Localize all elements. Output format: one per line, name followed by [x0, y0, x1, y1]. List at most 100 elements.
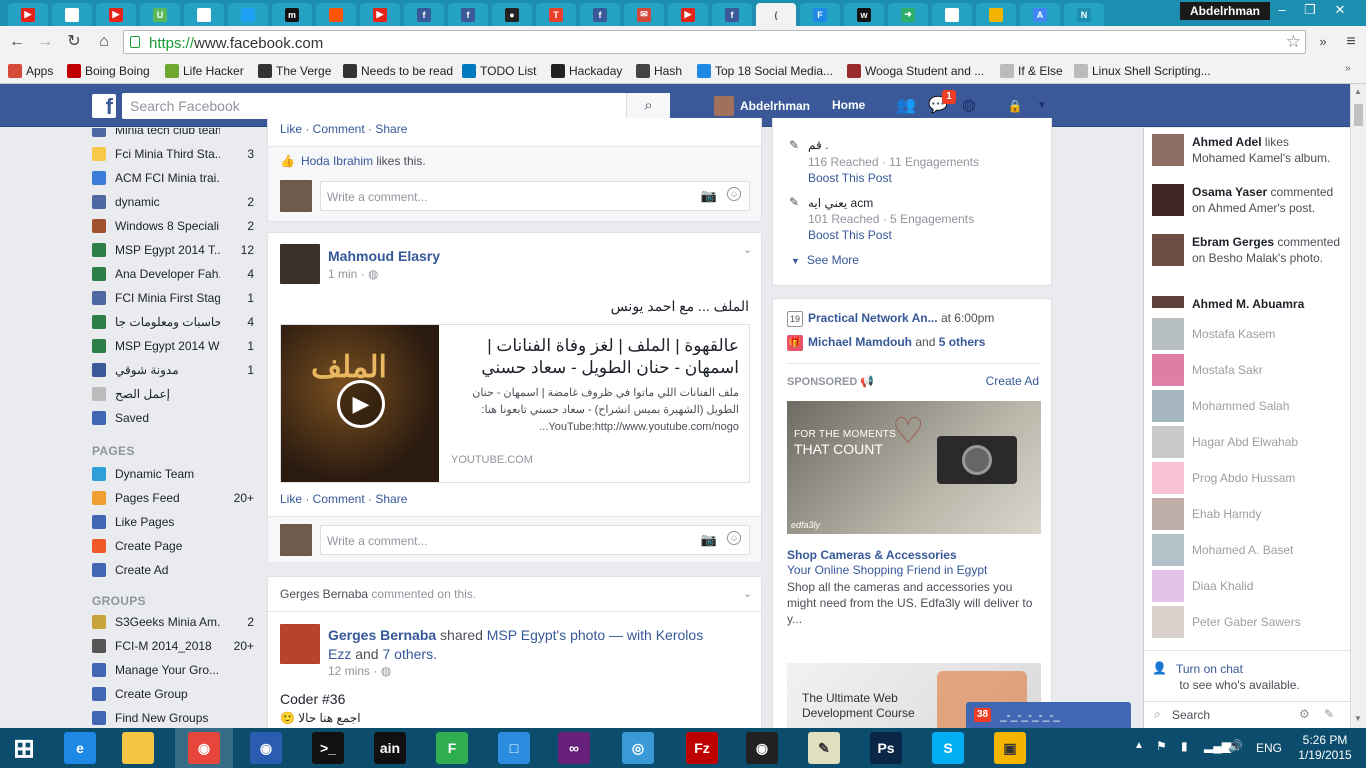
browser-tab[interactable]: f	[580, 3, 620, 26]
bookmark-item[interactable]: Boing Boing	[67, 63, 150, 79]
browser-tab[interactable]: N	[1064, 3, 1104, 26]
facebook-logo-icon[interactable]: f	[92, 94, 116, 119]
bookmark-item[interactable]: The Verge	[258, 63, 331, 79]
battery-icon[interactable]: ▮	[1181, 739, 1188, 753]
reload-icon[interactable]: ↻	[63, 31, 85, 53]
ad-title[interactable]: Shop Cameras & Accessories	[787, 548, 957, 562]
facebook-search-input[interactable]: Search Facebook ⌕	[122, 93, 670, 119]
browser-tab[interactable]: f	[448, 3, 488, 26]
birthday-link[interactable]: Michael Mamdouh	[808, 335, 912, 349]
left-nav-item[interactable]: Fci Minia Third Sta... 3	[92, 144, 254, 164]
scroll-up-icon[interactable]: ▲	[1354, 87, 1362, 96]
firefox-icon[interactable]: ◉	[250, 732, 282, 764]
chat-contact[interactable]: Mohammed Salah	[1152, 390, 1344, 422]
friend-requests-icon[interactable]: 👥	[896, 97, 916, 115]
shared-page-link[interactable]: MSP Egypt	[487, 627, 557, 643]
internet-explorer-icon[interactable]: e	[64, 732, 96, 764]
post-time[interactable]: 1 min · ◍	[328, 267, 379, 281]
left-nav-item[interactable]: Saved	[92, 408, 254, 428]
left-nav-item[interactable]: MSP Egypt 2014 T... 12	[92, 240, 254, 260]
browser-tab[interactable]	[932, 3, 972, 26]
new-message-icon[interactable]: ✎	[1324, 707, 1334, 721]
ad-image[interactable]: FOR THE MOMENTS THAT COUNT ♡ edfa3ly	[787, 401, 1041, 534]
browser-tab[interactable]: ▶	[96, 3, 136, 26]
close-window-icon[interactable]: ✕	[1326, 0, 1354, 20]
bookmark-item[interactable]: Top 18 Social Media...	[697, 63, 833, 79]
left-nav-item[interactable]: Manage Your Gro...	[92, 660, 254, 680]
browser-tab[interactable]: F	[800, 3, 840, 26]
filezilla-icon[interactable]: Fz	[686, 732, 718, 764]
browser-tab[interactable]: ●	[492, 3, 532, 26]
terminal-icon[interactable]: >_	[312, 732, 344, 764]
chat-contact[interactable]: Ehab Hamdy	[1152, 498, 1344, 530]
search-icon[interactable]: ⌕	[626, 93, 670, 119]
chat-contact[interactable]: Hagar Abd Elwahab	[1152, 426, 1344, 458]
browser-tab[interactable]: ➜	[888, 3, 928, 26]
network-globe-icon[interactable]: ◎	[622, 732, 654, 764]
bookmark-item[interactable]: If & Else	[1000, 63, 1063, 79]
left-nav-item[interactable]: FCI-M 2014_2018 20+	[92, 636, 254, 656]
chat-search-input[interactable]: ⌕ Search ⚙ ✎	[1144, 701, 1350, 728]
notifications-globe-icon[interactable]: ◍	[959, 97, 979, 115]
comment-input[interactable]: Write a comment... 📷 ☺	[320, 181, 750, 211]
left-nav-item[interactable]: Create Group	[92, 684, 254, 704]
left-nav-item[interactable]: إعمل الصح	[92, 384, 254, 404]
chat-contact[interactable]: Mohamed A. Baset	[1152, 534, 1344, 566]
tray-overflow-icon[interactable]: ▲	[1134, 740, 1144, 751]
back-icon[interactable]: ←	[6, 31, 28, 53]
skype-icon[interactable]: S	[932, 732, 964, 764]
browser-tab[interactable]: f	[712, 3, 752, 26]
left-nav-item[interactable]: ACM FCI Minia trai...	[92, 168, 254, 188]
post-author[interactable]: Mahmoud Elasry	[328, 248, 440, 264]
chat-options-gear-icon[interactable]: ⚙	[1299, 707, 1310, 721]
privacy-lock-icon[interactable]: 🔒	[1005, 97, 1025, 115]
left-nav-item[interactable]: Windows 8 Speciali... 2	[92, 216, 254, 236]
volume-icon[interactable]: 🔊	[1228, 739, 1243, 753]
browser-tab[interactable]: f	[404, 3, 444, 26]
browser-tab[interactable]: U	[140, 3, 180, 26]
boost-post-link[interactable]: Boost This Post	[808, 171, 892, 185]
post-time[interactable]: 12 mins · ◍	[328, 664, 391, 678]
extensions-chevron-icon[interactable]: »	[1312, 31, 1334, 53]
left-nav-item[interactable]: Create Ad	[92, 560, 254, 580]
address-bar[interactable]: https://www.facebook.com ☆	[123, 30, 1306, 54]
left-nav-item[interactable]: Dynamic Team	[92, 464, 254, 484]
account-menu-chevron-icon[interactable]: ▼	[1032, 97, 1052, 115]
event-link[interactable]: Practical Network An...	[808, 311, 938, 325]
left-nav-item[interactable]: مدونة شوقي 1	[92, 360, 254, 380]
minimize-icon[interactable]: –	[1268, 0, 1296, 20]
chat-contact[interactable]: Mostafa Sakr	[1152, 354, 1344, 386]
browser-tab[interactable]: ✉	[624, 3, 664, 26]
profile-link[interactable]: Abdelrhman	[714, 96, 810, 116]
photoshop-icon[interactable]: Ps	[870, 732, 902, 764]
chat-contact[interactable]: Prog Abdo Hussam	[1152, 462, 1344, 494]
see-more-link[interactable]: ▼ See More	[791, 253, 859, 267]
browser-tab[interactable]	[976, 3, 1016, 26]
chrome-menu-icon[interactable]: ≡	[1340, 31, 1362, 53]
chat-contact[interactable]: Mostafa Kasem	[1152, 318, 1344, 350]
bookmark-item[interactable]: Apps	[8, 63, 53, 79]
post-menu-chevron-icon[interactable]: ⌄	[743, 587, 752, 600]
maximize-icon[interactable]: ❐	[1296, 0, 1324, 20]
bookmark-item[interactable]: Hackaday	[551, 63, 622, 79]
ticker-story[interactable]: Ahmed M. Abuamra	[1152, 296, 1344, 308]
post-menu-chevron-icon[interactable]: ⌄	[743, 243, 752, 256]
browser-tab[interactable]: ▶	[668, 3, 708, 26]
boost-post-link[interactable]: Boost This Post	[808, 228, 892, 242]
emoji-icon[interactable]: ☺	[727, 531, 741, 545]
chat-contact[interactable]: Peter Gaber Sawers	[1152, 606, 1344, 638]
taskbar-clock[interactable]: 5:26 PM 1/19/2015	[1292, 733, 1358, 763]
camera-icon[interactable]: 📷	[701, 532, 717, 548]
page-scrollbar[interactable]: ▲ ▼	[1350, 84, 1366, 728]
emoji-icon[interactable]: ☺	[727, 187, 741, 201]
left-nav-item[interactable]: Ana Developer Fah... 4	[92, 264, 254, 284]
turn-on-chat-link[interactable]: Turn on chat	[1176, 662, 1243, 676]
author-avatar[interactable]	[280, 244, 320, 284]
home-icon[interactable]: ⌂	[93, 31, 115, 53]
video-thumbnail[interactable]: الملف ▶	[281, 325, 439, 482]
browser-tab[interactable]: A	[1020, 3, 1060, 26]
link-preview[interactable]: الملف ▶ عالقهوة | الملف | لغز وفاة الفنا…	[280, 324, 750, 483]
bookmark-item[interactable]: Wooga Student and ...	[847, 63, 984, 79]
browser-tab[interactable]	[228, 3, 268, 26]
post-author[interactable]: Gerges Bernaba	[328, 627, 436, 643]
